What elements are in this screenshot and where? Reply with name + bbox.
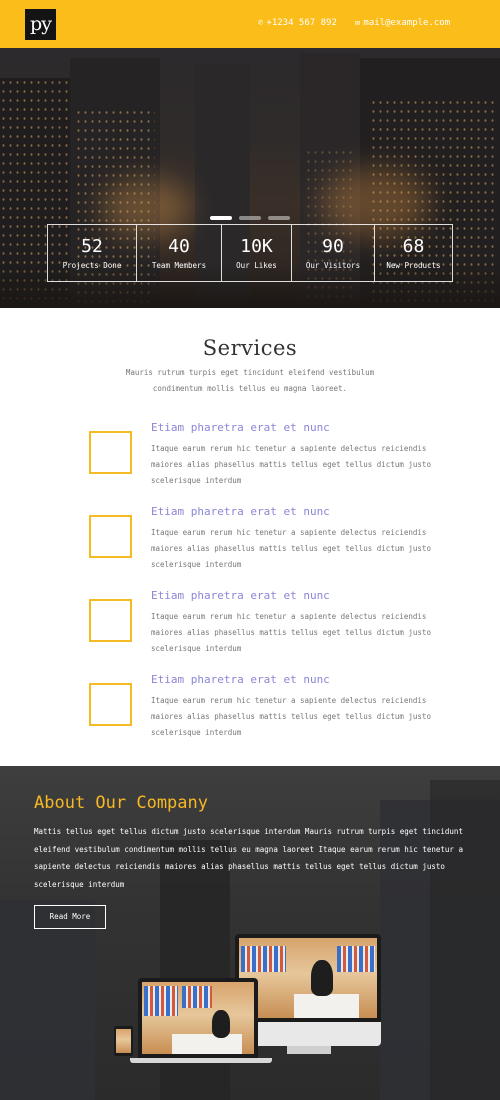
photo-shelf [144,986,178,1016]
phone-number: +1234 567 892 [266,18,337,28]
stat-label: Our Likes [236,261,277,270]
stat-label: Our Visitors [305,261,361,270]
services-title: Services [202,336,298,360]
stat-label: New Products [386,261,441,270]
service-text: Itaque earum rerum hic tenetur a sapient… [151,696,431,737]
service-title[interactable]: Etiam pharetra erat et nunc [151,673,330,686]
stat-label: Projects Done [62,261,122,270]
mail-icon: ✉ [355,18,361,28]
service-title[interactable]: Etiam pharetra erat et nunc [151,421,330,434]
phone-screen-photo [116,1029,131,1053]
photo-person [311,960,333,996]
phone-contact[interactable]: ✆ +1234 567 892 [258,18,337,28]
service-text: Itaque earum rerum hic tenetur a sapient… [151,612,431,653]
stat-likes: 10K Our Likes [221,225,291,281]
slider-dot-1[interactable] [210,216,232,220]
service-item: Etiam pharetra erat et nunc Itaque earum… [0,589,500,669]
photo-shelf [241,946,286,972]
photo-person [212,1010,230,1038]
desktop-screen-photo [239,938,377,1018]
service-title[interactable]: Etiam pharetra erat et nunc [151,505,330,518]
services-section: Services Mauris rutrum turpis eget tinci… [0,308,500,766]
about-title: About Our Company [34,793,208,813]
stat-team: 40 Team Members [136,225,221,281]
laptop-screen [138,978,258,1058]
stat-projects: 52 Projects Done [48,225,136,281]
stat-number: 40 [168,236,190,257]
service-item: Etiam pharetra erat et nunc Itaque earum… [0,673,500,753]
monitor-stand [287,1046,331,1054]
service-icon-box [89,599,132,642]
service-icon-box [89,683,132,726]
slider-dots [210,216,290,222]
laptop-base [130,1058,272,1063]
stat-products: 68 New Products [374,225,452,281]
slider-dot-2[interactable] [239,216,261,220]
phone-icon: ✆ [258,18,264,28]
photo-shelf [337,946,375,972]
slider-dot-3[interactable] [268,216,290,220]
stat-label: Team Members [151,261,207,270]
stat-visitors: 90 Our Visitors [291,225,374,281]
hero-banner: 52 Projects Done 40 Team Members 10K Our… [0,48,500,308]
stats-panel: 52 Projects Done 40 Team Members 10K Our… [47,224,453,282]
about-section: About Our Company Mattis tellus eget tel… [0,766,500,1100]
about-bg-building [0,900,95,1100]
top-header: py ✆ +1234 567 892 ✉ mail@example.com [0,0,500,48]
service-item: Etiam pharetra erat et nunc Itaque earum… [0,421,500,501]
photo-desk [294,994,359,1018]
site-logo[interactable]: py [25,9,56,40]
service-item: Etiam pharetra erat et nunc Itaque earum… [0,505,500,585]
stat-number: 10K [240,236,273,257]
read-more-button[interactable]: Read More [34,905,106,929]
services-subtitle: Mauris rutrum turpis eget tincidunt elei… [125,368,375,393]
service-icon-box [89,431,132,474]
service-title[interactable]: Etiam pharetra erat et nunc [151,589,330,602]
photo-desk [172,1034,242,1054]
stat-number: 68 [402,236,425,257]
about-text: Mattis tellus eget tellus dictum justo s… [34,827,463,889]
service-icon-box [89,515,132,558]
stat-number: 90 [322,236,344,257]
service-text: Itaque earum rerum hic tenetur a sapient… [151,444,431,485]
service-text: Itaque earum rerum hic tenetur a sapient… [151,528,431,569]
photo-shelf [182,986,212,1008]
stat-number: 52 [81,236,103,257]
phone-device [114,1026,133,1056]
email-contact[interactable]: ✉ mail@example.com [355,18,450,28]
laptop-screen-photo [142,982,254,1054]
email-address: mail@example.com [363,18,451,28]
